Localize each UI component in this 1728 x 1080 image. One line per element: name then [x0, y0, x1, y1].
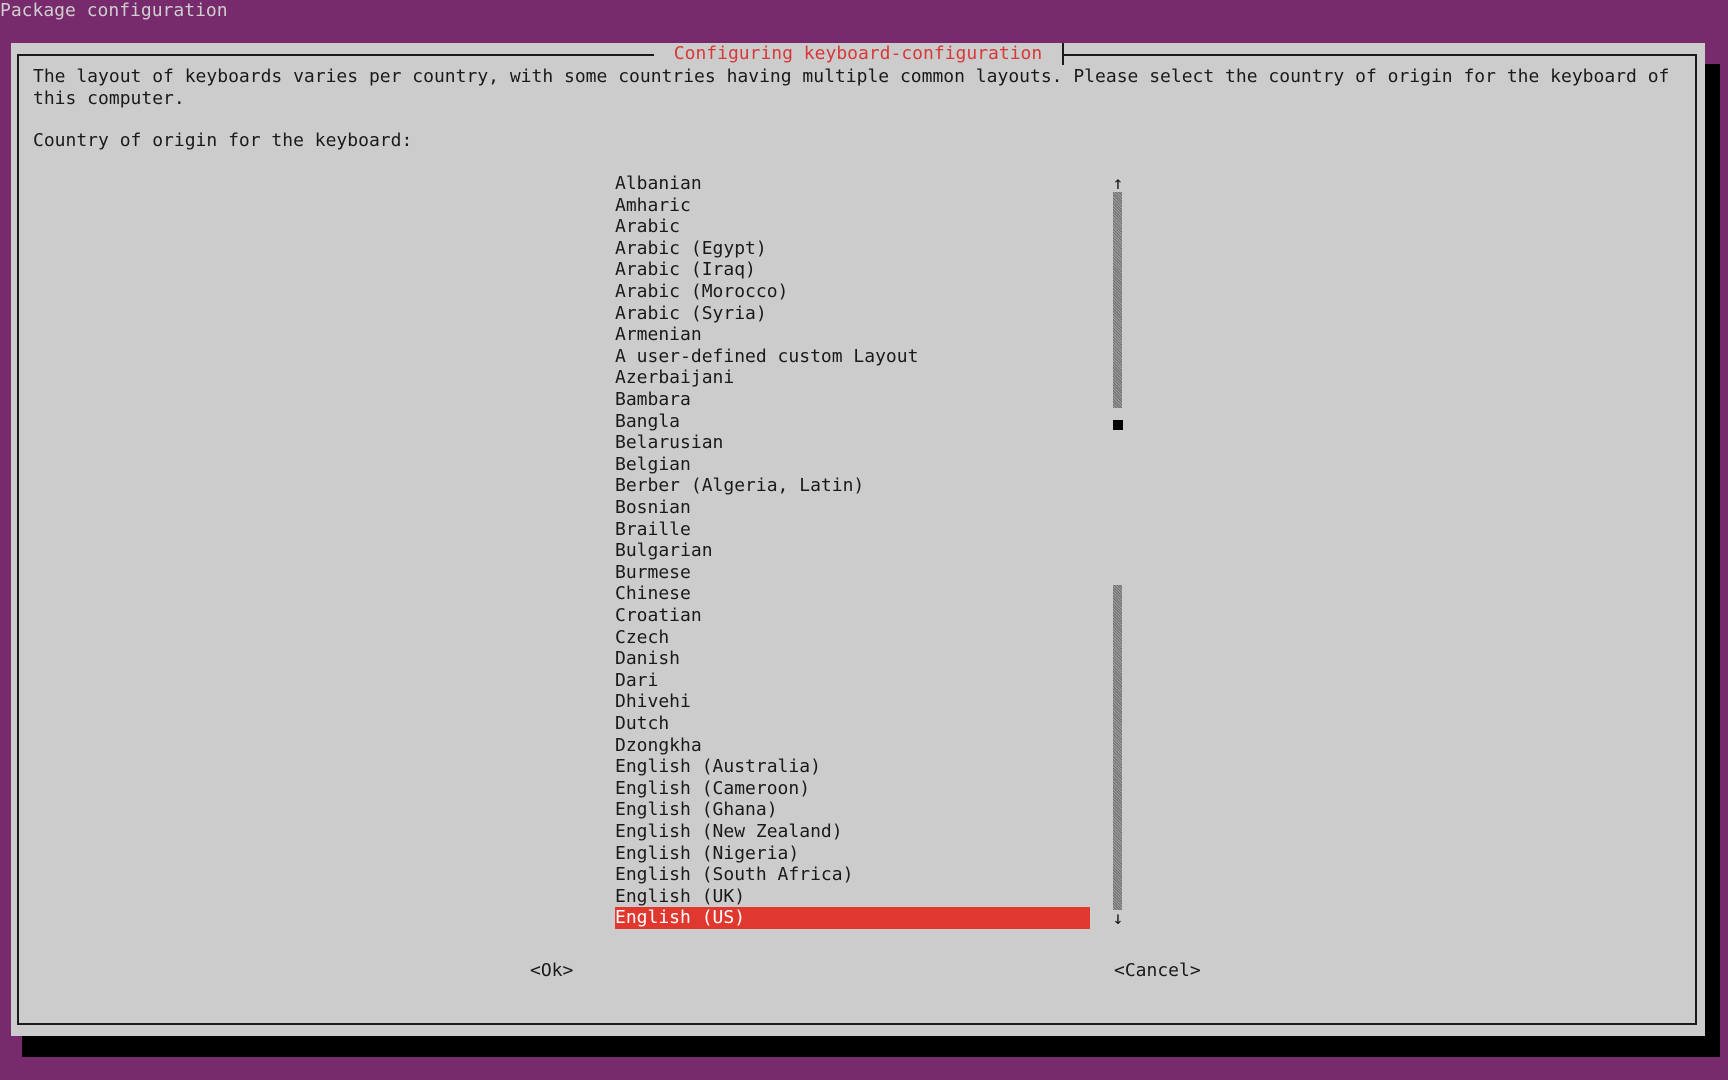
country-listbox[interactable]: Albanian Amharic Arabic Arabic (Egypt) Arabi… — [615, 173, 1091, 931]
list-item[interactable]: English (UK) — [615, 886, 1090, 908]
list-item[interactable]: Dari — [615, 670, 1090, 692]
list-item[interactable]: Bulgarian — [615, 540, 1090, 562]
list-item[interactable]: English (Australia) — [615, 756, 1090, 778]
list-prompt: Country of origin for the keyboard: — [33, 130, 413, 151]
list-item[interactable]: Dutch — [615, 713, 1090, 735]
list-item[interactable]: English (Nigeria) — [615, 843, 1090, 865]
list-item[interactable]: Bambara — [615, 389, 1090, 411]
list-scrollbar[interactable]: ↑ ↓ — [1112, 173, 1124, 931]
list-item[interactable]: Chinese — [615, 583, 1090, 605]
list-item[interactable]: Armenian — [615, 324, 1090, 346]
title-divider-right — [1062, 43, 1064, 65]
list-item[interactable]: Belarusian — [615, 432, 1090, 454]
list-item[interactable]: Arabic (Iraq) — [615, 259, 1090, 281]
list-item[interactable]: Arabic (Morocco) — [615, 281, 1090, 303]
list-item[interactable]: Braille — [615, 519, 1090, 541]
scroll-down-arrow-icon[interactable]: ↓ — [1112, 908, 1124, 930]
list-item[interactable]: Berber (Algeria, Latin) — [615, 475, 1090, 497]
list-item[interactable]: Amharic — [615, 195, 1090, 217]
backtitle: Package configuration — [0, 0, 228, 21]
cancel-button[interactable]: <Cancel> — [1114, 960, 1201, 982]
list-item[interactable]: Azerbaijani — [615, 367, 1090, 389]
list-item[interactable]: Belgian — [615, 454, 1090, 476]
list-item[interactable]: Arabic — [615, 216, 1090, 238]
list-item[interactable]: Dhivehi — [615, 691, 1090, 713]
list-item[interactable]: Arabic (Syria) — [615, 303, 1090, 325]
config-dialog: Configuring keyboard-configuration The l… — [11, 43, 1705, 1036]
scroll-track-lower[interactable] — [1113, 585, 1122, 910]
scroll-thumb[interactable] — [1113, 419, 1123, 430]
list-item[interactable]: A user-defined custom Layout — [615, 346, 1090, 368]
list-item[interactable]: Dzongkha — [615, 735, 1090, 757]
list-item[interactable]: Albanian — [615, 173, 1090, 195]
dialog-description: The layout of keyboards varies per count… — [33, 66, 1681, 109]
list-item[interactable]: English (Cameroon) — [615, 778, 1090, 800]
list-item[interactable]: English (US) — [615, 907, 1090, 929]
list-item[interactable]: English (South Africa) — [615, 864, 1090, 886]
list-item[interactable]: Arabic (Egypt) — [615, 238, 1090, 260]
list-item[interactable]: Bosnian — [615, 497, 1090, 519]
list-item[interactable]: Bangla — [615, 411, 1090, 433]
list-item[interactable]: English (Ghana) — [615, 799, 1090, 821]
scroll-track-upper[interactable] — [1113, 192, 1122, 408]
dialog-title: Configuring keyboard-configuration — [654, 43, 1062, 65]
installer-screen: { "backtitle": "Package configuration", … — [0, 0, 1728, 1080]
list-item[interactable]: Danish — [615, 648, 1090, 670]
ok-button[interactable]: <Ok> — [530, 960, 573, 982]
list-item[interactable]: Burmese — [615, 562, 1090, 584]
list-item[interactable]: Czech — [615, 627, 1090, 649]
list-item[interactable]: English (New Zealand) — [615, 821, 1090, 843]
list-item[interactable]: Croatian — [615, 605, 1090, 627]
